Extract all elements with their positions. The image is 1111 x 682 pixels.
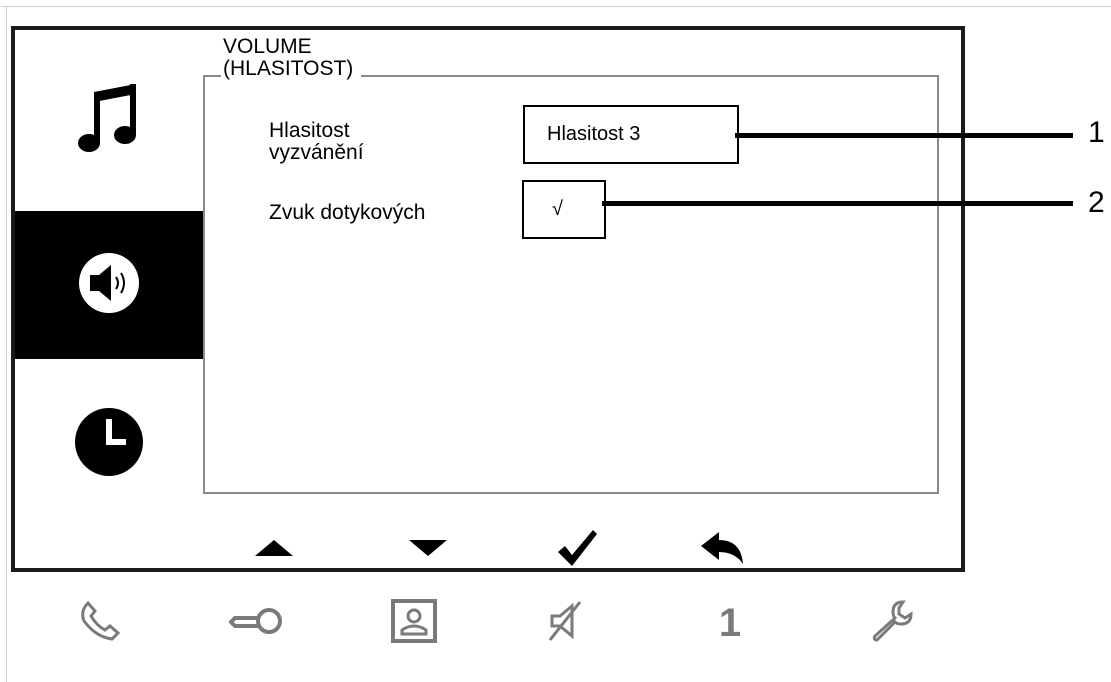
panel-title: VOLUME (HLASITOST) [221,35,362,80]
digit-indicator-value: 1 [718,600,742,645]
digit-indicator: 1 [700,598,760,648]
phone-icon [78,599,122,648]
callout-number-1: 1 [1088,116,1105,149]
music-note-icon [74,78,144,163]
clock-icon [72,405,146,484]
touch-sound-checkbox[interactable]: √ [522,180,606,239]
back-arrow-icon [699,528,747,573]
ring-volume-label-line2: vyzvánění [269,141,364,164]
callout-line-2 [602,201,1073,206]
left-rule [6,6,7,682]
side-tab-sound[interactable] [15,30,203,211]
callout-line-1 [735,133,1073,138]
down-button[interactable] [398,528,458,572]
up-button[interactable] [244,528,304,572]
back-button[interactable] [693,528,753,572]
device-screen: VOLUME (HLASITOST) Hlasitost vyzvánění H… [11,26,965,572]
callout-number-2: 2 [1088,186,1105,219]
speaker-icon [76,250,142,321]
side-tab-clock[interactable] [15,359,203,529]
ring-volume-field[interactable]: Hlasitost 3 [523,105,739,164]
wrench-icon [869,598,915,649]
call-button[interactable] [70,598,130,648]
video-button[interactable] [384,598,444,648]
arrow-down-icon [407,538,449,563]
unlock-button[interactable] [227,598,287,648]
touch-sound-label-line1: Zvuk dotykových [269,201,426,224]
panel-title-line2: (HLASITOST) [223,57,354,80]
checkbox-check-mark: √ [552,198,563,220]
panel-title-line1: VOLUME [223,35,312,58]
arrow-up-icon [253,538,295,563]
key-icon [228,606,285,641]
side-tab-volume[interactable] [15,211,203,359]
mute-button[interactable] [536,598,596,648]
ring-volume-label: Hlasitost vyzvánění [269,120,364,164]
mute-icon [546,598,586,649]
checkmark-icon [555,528,599,573]
top-rule [0,6,1111,7]
confirm-button[interactable] [547,528,607,572]
settings-button[interactable] [862,598,922,648]
touch-sound-label: Zvuk dotykových [269,202,425,224]
ring-volume-value: Hlasitost 3 [547,123,641,145]
contact-card-icon [390,598,438,649]
ring-volume-label-line1: Hlasitost [269,119,350,142]
